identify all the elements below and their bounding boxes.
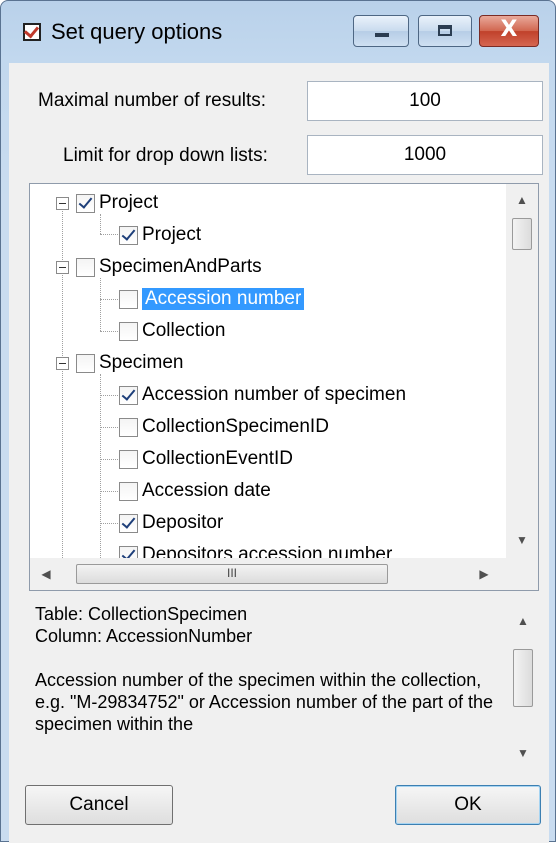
- scroll-right-icon[interactable]: ▶: [470, 560, 498, 588]
- tree-line: [100, 278, 101, 331]
- tree-checkbox[interactable]: [119, 321, 138, 341]
- tree-node-label: Project: [142, 224, 202, 245]
- tree-line: [100, 491, 118, 492]
- tree-node-project-child[interactable]: Project: [119, 220, 201, 250]
- dialog-window: Set query options X Maximal number of re…: [0, 0, 557, 843]
- description-body: Accession number of the specimen within …: [35, 670, 494, 734]
- tree-vscroll-thumb[interactable]: [512, 218, 532, 250]
- ok-button[interactable]: OK: [395, 785, 541, 825]
- tree-line: [100, 459, 118, 460]
- grip-icon: III: [226, 566, 237, 580]
- tree-node-label: CollectionEventID: [142, 448, 294, 469]
- tree-line: [100, 234, 118, 235]
- tree-node-collectioneventid[interactable]: CollectionEventID: [119, 444, 293, 474]
- description-panel: Table: CollectionSpecimen Column: Access…: [29, 597, 539, 771]
- scroll-up-icon[interactable]: ▲: [507, 607, 539, 635]
- dialog-body: Maximal number of results: 100 Limit for…: [9, 63, 549, 843]
- tree-node-collectionspecimenid[interactable]: CollectionSpecimenID: [119, 412, 329, 442]
- tree-checkbox[interactable]: [76, 353, 95, 373]
- tree-checkbox[interactable]: [119, 225, 138, 245]
- tree-node-accession-number-of-specimen[interactable]: Accession number of specimen: [119, 380, 406, 410]
- tree-node-accession-number[interactable]: Accession number: [119, 284, 305, 314]
- scroll-left-icon[interactable]: ◀: [32, 560, 60, 588]
- tree-line: [100, 523, 118, 524]
- collapse-specimenandparts-icon[interactable]: [56, 261, 69, 274]
- tree-line: [100, 331, 118, 332]
- scroll-down-icon[interactable]: ▼: [506, 526, 538, 554]
- tree-line: [100, 427, 118, 428]
- minimize-icon: [375, 33, 389, 37]
- tree-line: [100, 395, 118, 396]
- tree-node-accession-date[interactable]: Accession date: [119, 476, 271, 506]
- scroll-up-icon[interactable]: ▲: [506, 186, 538, 214]
- tree-line: [100, 374, 101, 574]
- tree-checkbox[interactable]: [76, 193, 95, 213]
- cancel-button[interactable]: Cancel: [25, 785, 173, 825]
- maximize-icon: [438, 25, 452, 36]
- tree-checkbox[interactable]: [119, 513, 138, 533]
- description-scroll-thumb[interactable]: [513, 649, 533, 707]
- minimize-button[interactable]: [353, 15, 409, 47]
- tree-vertical-scrollbar[interactable]: ▲ ▼: [506, 184, 538, 558]
- description-text: Table: CollectionSpecimen Column: Access…: [35, 603, 505, 735]
- tree-node-label: Specimen: [99, 352, 184, 373]
- close-button[interactable]: X: [479, 15, 539, 47]
- field-tree[interactable]: Project Project SpecimenAndParts Accessi…: [29, 183, 539, 591]
- tree-node-specimen[interactable]: Specimen: [76, 348, 184, 378]
- tree-node-specimenandparts[interactable]: SpecimenAndParts: [76, 252, 262, 282]
- tree-line: [100, 299, 118, 300]
- description-table: Table: CollectionSpecimen: [35, 604, 248, 624]
- max-results-input[interactable]: 100: [307, 81, 543, 121]
- tree-hscroll-thumb[interactable]: III: [76, 564, 388, 584]
- collapse-specimen-icon[interactable]: [56, 357, 69, 370]
- tree-checkbox[interactable]: [119, 417, 138, 437]
- scroll-down-icon[interactable]: ▼: [507, 739, 539, 767]
- dropdown-limit-input[interactable]: 1000: [307, 135, 543, 175]
- description-column: Column: AccessionNumber: [35, 626, 253, 646]
- tree-node-label: Project: [99, 192, 159, 213]
- tree-node-label: Collection: [142, 320, 226, 341]
- app-checkbox-icon: [23, 23, 41, 41]
- tree-checkbox[interactable]: [76, 257, 95, 277]
- tree-node-label: Accession date: [142, 480, 271, 501]
- scrollbar-corner: [506, 558, 538, 590]
- tree-node-collection[interactable]: Collection: [119, 316, 225, 346]
- close-icon: X: [500, 17, 518, 42]
- tree-node-label: Accession number of specimen: [142, 384, 407, 405]
- tree-node-label: CollectionSpecimenID: [142, 416, 329, 437]
- tree-horizontal-scrollbar[interactable]: ◀ III ▶: [30, 558, 506, 590]
- description-scrollbar[interactable]: ▲ ▼: [507, 597, 539, 771]
- tree-node-project[interactable]: Project: [76, 188, 158, 218]
- tree-node-label-selected: Accession number: [142, 288, 305, 310]
- tree-checkbox[interactable]: [119, 385, 138, 405]
- tree-node-depositor[interactable]: Depositor: [119, 508, 223, 538]
- max-results-label: Maximal number of results:: [38, 90, 267, 111]
- title-bar[interactable]: Set query options X: [1, 1, 557, 61]
- tree-node-label: Depositor: [142, 512, 224, 533]
- tree-checkbox[interactable]: [119, 449, 138, 469]
- tree-checkbox[interactable]: [119, 481, 138, 501]
- maximize-button[interactable]: [418, 15, 472, 47]
- window-title: Set query options: [51, 19, 223, 44]
- tree-checkbox[interactable]: [119, 289, 138, 309]
- dropdown-limit-label: Limit for drop down lists:: [63, 145, 268, 166]
- tree-node-label: SpecimenAndParts: [99, 256, 262, 277]
- collapse-project-icon[interactable]: [56, 197, 69, 210]
